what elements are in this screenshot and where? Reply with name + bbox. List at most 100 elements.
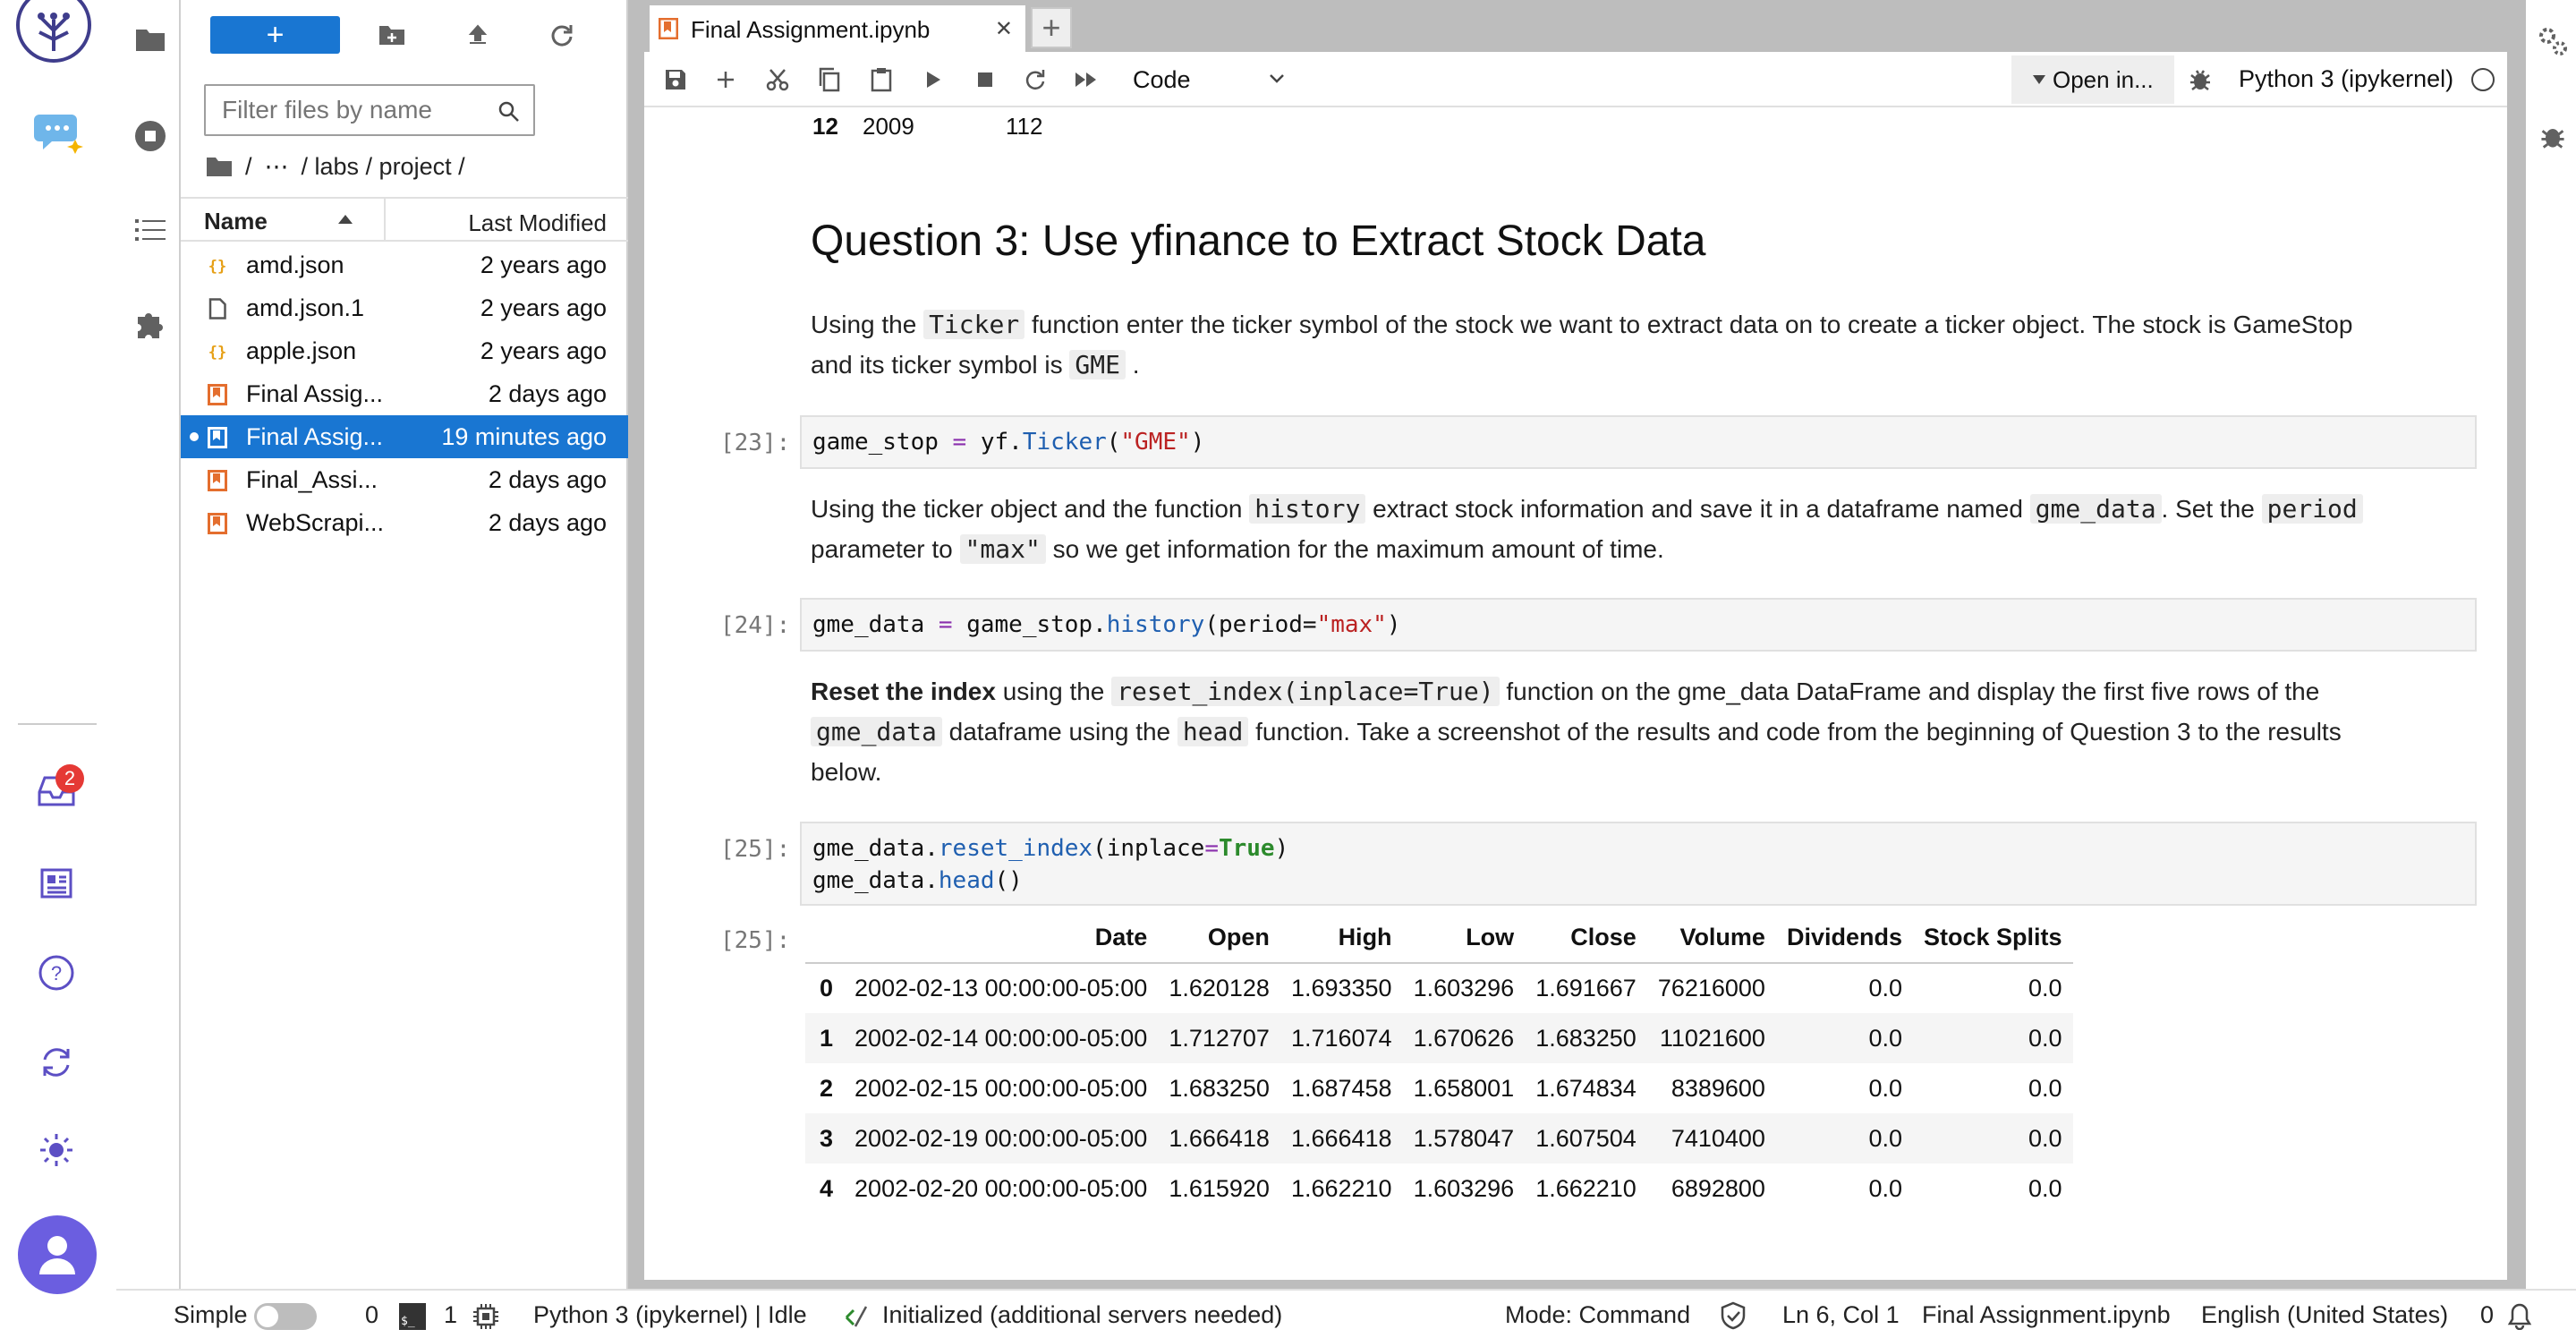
theme-toggle-icon[interactable] [36, 1129, 77, 1171]
table-row: 3 2002-02-19 00:00:00-05:00 1.666418 1.6664… [805, 1113, 2073, 1163]
text: function. Take a screenshot of the resul… [1255, 718, 2342, 746]
question-heading: Question 3: Use yfinance to Extract Stoc… [811, 217, 1706, 265]
save-icon[interactable] [660, 64, 691, 95]
kernel-status[interactable]: Python 3 (ipykernel) | Idle [533, 1301, 807, 1329]
table-cell: 0.0 [1868, 1074, 1902, 1102]
table-cell: 2002-02-14 00:00:00-05:00 [844, 1013, 1159, 1063]
code-cell-25[interactable]: gme_data.reset_index(inplace=True) gme_d… [800, 822, 2477, 906]
insert-cell-icon[interactable] [710, 64, 741, 95]
kernel-count[interactable]: 1 [444, 1301, 457, 1329]
modified-column-header[interactable]: Last Modified [468, 209, 607, 237]
text: and its ticker symbol is [811, 351, 1063, 379]
lsp-status[interactable]: Initialized (additional servers needed) [882, 1301, 1282, 1329]
notebook-toolbar: Code Open in... Python 3 (ipykernel) [644, 52, 2507, 107]
new-tab-button[interactable]: + [1031, 7, 1072, 48]
running-indicator [190, 432, 199, 441]
code-token: "GME" [1120, 429, 1191, 456]
simple-mode-toggle[interactable] [254, 1303, 317, 1330]
restart-icon[interactable] [1020, 64, 1050, 95]
folder-icon[interactable] [206, 156, 233, 177]
trust-shield-icon[interactable] [1720, 1301, 1747, 1330]
breadcrumb-ellipsis[interactable]: ⋯ [265, 153, 289, 181]
upload-icon[interactable] [460, 16, 496, 54]
chat-assistant-icon[interactable] [34, 109, 84, 154]
cell-type-value: Code [1133, 65, 1191, 93]
cursor-position[interactable]: Ln 6, Col 1 [1782, 1301, 1900, 1329]
copy-icon[interactable] [814, 64, 845, 95]
open-in-button[interactable]: Open in... [2011, 55, 2174, 104]
paste-icon[interactable] [866, 64, 897, 95]
tab-close-icon[interactable]: ✕ [995, 16, 1013, 42]
svg-text:{}: {} [208, 258, 226, 276]
table-cell: 0.0 [2028, 1074, 2062, 1102]
code-cell-24[interactable]: gme_data = game_stop.history(period="max… [800, 598, 2477, 652]
table-row: 1 2002-02-14 00:00:00-05:00 1.712707 1.7160… [805, 1013, 2073, 1063]
cell-type-select[interactable]: Code [1133, 64, 1285, 95]
property-inspector-icon[interactable] [2535, 23, 2571, 59]
new-launcher-button[interactable]: + [210, 16, 340, 54]
file-icon [208, 298, 226, 320]
file-item[interactable]: Final Assig... 19 minutes ago [181, 415, 628, 458]
column-header: Volume [1646, 913, 1776, 964]
table-cell: 1.683250 [1169, 1074, 1270, 1102]
file-name: WebScrapi... [246, 508, 385, 536]
news-icon[interactable] [36, 863, 77, 904]
code-cell-23[interactable]: game_stop = yf.Ticker("GME") [800, 415, 2477, 469]
sync-icon[interactable] [36, 1042, 77, 1083]
file-item[interactable]: WebScrapi... 2 days ago [181, 501, 628, 544]
cut-icon[interactable] [762, 64, 793, 95]
markdown-paragraph-2: Using the ticker object and the function… [811, 489, 2457, 569]
folder-icon[interactable] [134, 25, 166, 54]
file-modified: 2 years ago [480, 251, 607, 278]
file-modified: 2 days ago [488, 379, 607, 407]
dataframe-output-table: Date Open High Low Close Volume Dividends Stock… [805, 913, 2073, 1214]
extension-icon[interactable] [134, 308, 166, 340]
file-item[interactable]: {} amd.json 2 years ago [181, 243, 628, 286]
name-column-header[interactable]: Name [204, 208, 268, 235]
new-folder-icon[interactable] [374, 16, 410, 54]
restart-run-all-icon[interactable] [1072, 64, 1102, 95]
markdown-paragraph-3: Reset the index using the reset_index(in… [811, 671, 2457, 792]
table-cell: 1.662210 [1290, 1174, 1392, 1202]
inline-code: "max" [959, 534, 1046, 564]
notification-count[interactable]: 0 [2480, 1301, 2494, 1329]
table-row: 2 2002-02-15 00:00:00-05:00 1.683250 1.6874… [805, 1063, 2073, 1113]
kernel-name[interactable]: Python 3 (ipykernel) [2239, 65, 2453, 93]
file-item[interactable]: Final Assig... 2 days ago [181, 372, 628, 415]
help-icon[interactable]: ? [36, 952, 77, 993]
file-name: Final Assig... [246, 422, 384, 450]
inline-code: history [1249, 494, 1366, 524]
notebook-file-icon [208, 513, 227, 534]
file-item[interactable]: Final_Assi... 2 days ago [181, 458, 628, 501]
running-icon[interactable] [134, 120, 166, 152]
jupyter-logo-icon[interactable] [13, 0, 91, 66]
code-token: (inplace [1092, 835, 1205, 862]
text: parameter to [811, 535, 953, 563]
search-icon [498, 101, 519, 122]
file-filter-input[interactable]: Filter files by name [204, 84, 535, 136]
run-icon[interactable] [918, 64, 948, 95]
row-year: 2009 [863, 113, 914, 140]
breadcrumb-path[interactable]: / labs / project / [302, 153, 465, 181]
code-token: gme_data. [812, 867, 939, 894]
file-item[interactable]: {} apple.json 2 years ago [181, 329, 628, 372]
sort-ascending-icon [338, 215, 353, 224]
tab-final-assignment[interactable]: Final Assignment.ipynb ✕ [650, 5, 1025, 52]
debugger-icon[interactable] [2185, 64, 2215, 95]
display-language[interactable]: English (United States) [2201, 1301, 2448, 1329]
inline-code: gme_data [811, 717, 942, 746]
debugger-panel-icon[interactable] [2537, 120, 2569, 152]
inbox-icon[interactable]: 2 [34, 764, 84, 813]
toc-icon[interactable] [134, 217, 166, 243]
terminal-count[interactable]: 0 [365, 1301, 378, 1329]
refresh-icon[interactable] [544, 16, 580, 54]
user-avatar[interactable] [18, 1215, 97, 1294]
column-header: Low [1402, 913, 1526, 964]
file-modified: 2 days ago [488, 465, 607, 493]
stop-icon[interactable] [970, 64, 1000, 95]
file-item[interactable]: amd.json.1 2 years ago [181, 286, 628, 329]
bell-icon[interactable] [2505, 1301, 2534, 1330]
inline-code: gme_data [2029, 494, 2162, 524]
open-in-label: Open in... [2053, 65, 2154, 93]
breadcrumb-root[interactable]: / [245, 153, 252, 181]
